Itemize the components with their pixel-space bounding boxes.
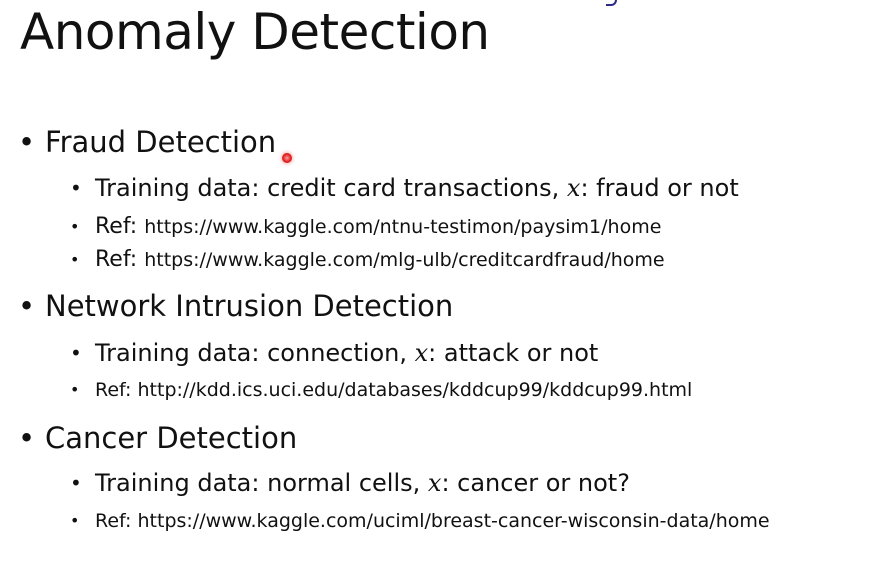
variable-x: x	[566, 174, 581, 202]
bullet-dot: •	[70, 471, 82, 495]
variable-x: x	[414, 339, 429, 367]
training-data-text: Training data: normal cells, x: cancer o…	[95, 469, 630, 497]
ref-text: Ref: http://kdd.ics.uci.edu/databases/kd…	[95, 377, 692, 403]
section-heading: Fraud Detection	[45, 125, 277, 159]
bullet-dot: •	[70, 176, 82, 200]
ref-label: Ref:	[95, 510, 138, 532]
training-data-text: Training data: connection, x: attack or …	[95, 339, 599, 367]
laser-pointer-dot	[282, 153, 292, 163]
ref-url[interactable]: https://www.kaggle.com/ntnu-testimon/pay…	[144, 216, 661, 238]
ref-label: Ref:	[95, 379, 138, 401]
bullet-dot: •	[70, 250, 80, 269]
ref-label: Ref:	[95, 247, 145, 272]
bullet-dot: •	[18, 125, 36, 159]
ref-url[interactable]: https://www.kaggle.com/mlg-ulb/creditcar…	[144, 249, 664, 271]
ref-label: Ref:	[95, 214, 145, 239]
ref-text: Ref: https://www.kaggle.com/mlg-ulb/cred…	[95, 247, 665, 273]
bullet-dot: •	[70, 380, 80, 399]
bullet-dot: •	[18, 289, 36, 323]
ref-url[interactable]: https://www.kaggle.com/uciml/breast-canc…	[138, 510, 770, 532]
section-heading: Network Intrusion Detection	[45, 289, 454, 323]
variable-x: x	[427, 469, 442, 497]
bullet-dot: •	[70, 217, 80, 236]
bullet-list: • Fraud Detection • Training data: credi…	[0, 0, 882, 585]
bullet-dot: •	[70, 511, 80, 530]
bullet-dot: •	[18, 421, 36, 455]
section-heading: Cancer Detection	[45, 421, 298, 455]
ref-text: Ref: https://www.kaggle.com/ntnu-testimo…	[95, 214, 661, 240]
ref-text: Ref: https://www.kaggle.com/uciml/breast…	[95, 508, 770, 534]
training-data-text: Training data: credit card transactions,…	[95, 174, 739, 202]
ref-url[interactable]: http://kdd.ics.uci.edu/databases/kddcup9…	[138, 379, 693, 401]
bullet-dot: •	[70, 341, 82, 365]
